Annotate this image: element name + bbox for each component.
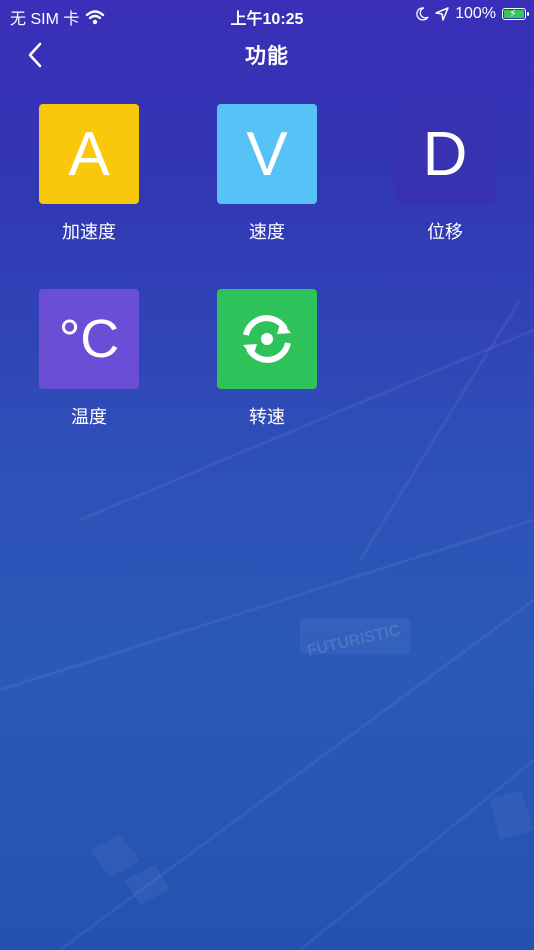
acceleration-label: 加速度 (62, 222, 116, 242)
velocity-icon: V (217, 104, 317, 204)
rotation-speed-icon (217, 289, 317, 389)
rotation-icon (243, 315, 291, 363)
velocity-letter: V (246, 119, 288, 189)
rotation-speed-label: 转速 (249, 407, 285, 427)
velocity-label: 速度 (249, 222, 285, 242)
function-velocity[interactable]: V 速度 (197, 104, 337, 250)
acceleration-letter: A (68, 119, 110, 189)
displacement-label: 位移 (427, 222, 463, 242)
function-rotation-speed[interactable]: 转速 (197, 289, 337, 435)
displacement-letter: D (422, 119, 468, 189)
function-acceleration[interactable]: A 加速度 (19, 104, 159, 250)
function-displacement[interactable]: D 位移 (375, 104, 515, 250)
acceleration-icon: A (39, 104, 139, 204)
temperature-label: 温度 (71, 407, 107, 427)
displacement-icon: D (395, 104, 495, 204)
function-grid: A 加速度 V 速度 D 位移 °C 温度 转速 (0, 0, 534, 950)
temperature-symbol: °C (58, 309, 120, 369)
app-screen: FUTURISTIC 无 SIM 卡 上午10:25 100% ⚡ 功能 A 加… (0, 0, 534, 950)
temperature-icon: °C (39, 289, 139, 389)
function-temperature[interactable]: °C 温度 (19, 289, 159, 435)
